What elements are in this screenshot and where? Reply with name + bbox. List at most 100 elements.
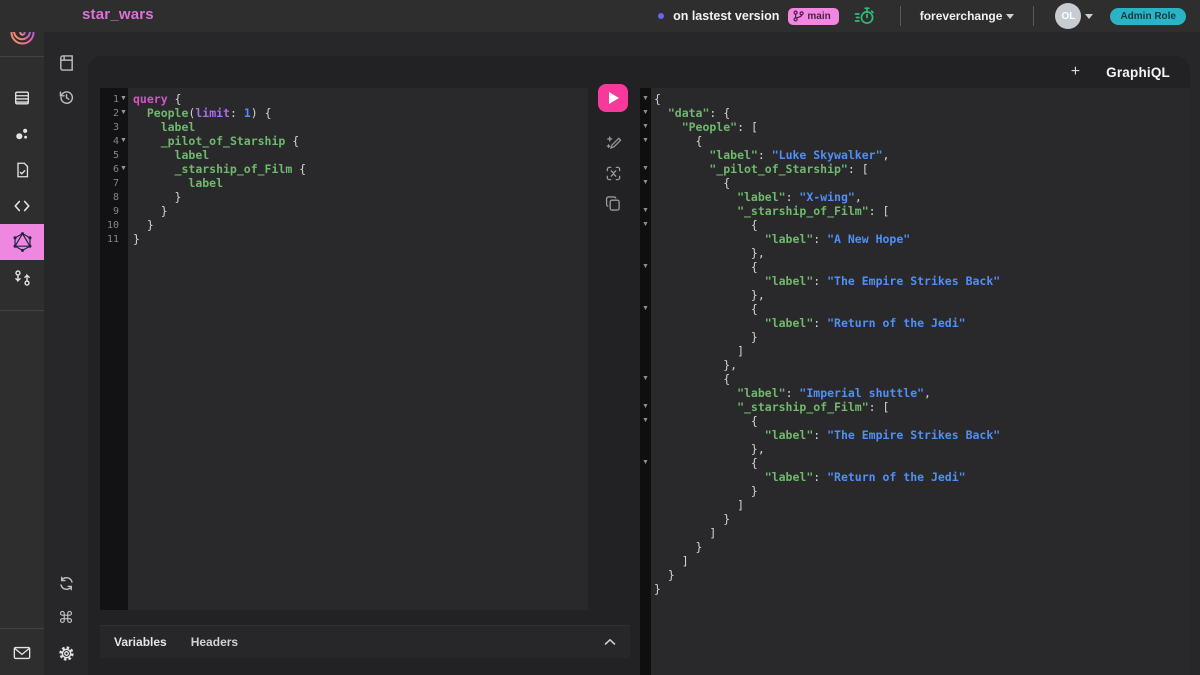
code-line: } [133, 204, 588, 218]
line-number[interactable]: 1▼ [100, 92, 128, 106]
history-icon [58, 89, 75, 106]
code-line: label [133, 148, 588, 162]
sidebar-item-mail[interactable] [0, 635, 44, 671]
graphiql-root: ⌘ + GraphiQL 1▼2▼34▼56▼7891011 query { P… [44, 32, 1200, 675]
fold-marker [640, 442, 651, 456]
line-number[interactable]: 2▼ [100, 106, 128, 120]
graphiql-panel: + GraphiQL 1▼2▼34▼56▼7891011 query { Peo… [88, 56, 1190, 675]
code-line: }, [654, 246, 1190, 260]
execute-button[interactable] [598, 84, 628, 112]
fold-marker [640, 512, 651, 526]
divider [1033, 6, 1034, 26]
copy-button[interactable] [605, 188, 621, 218]
top-bar-right: on lastest version main [658, 0, 1186, 32]
sidebar-item-validation[interactable] [0, 152, 44, 188]
sidebar-item-code[interactable] [0, 188, 44, 224]
fold-marker[interactable]: ▼ [640, 176, 651, 190]
query-editor[interactable]: 1▼2▼34▼56▼7891011 query { People(limit: … [100, 88, 588, 610]
fold-marker[interactable]: ▼ [640, 92, 651, 106]
code-line: "data": { [654, 106, 1190, 120]
merge-icon [605, 165, 622, 182]
fold-marker [640, 358, 651, 372]
fold-marker[interactable]: ▼ [640, 106, 651, 120]
fold-marker [640, 316, 651, 330]
sidebar-item-git-compare[interactable] [0, 260, 44, 296]
fold-marker[interactable]: ▼ [640, 120, 651, 134]
code-line: ] [654, 498, 1190, 512]
settings-button[interactable] [44, 636, 88, 671]
branch-badge-label: main [807, 11, 830, 22]
editor-tools-bar: Variables Headers [100, 625, 630, 658]
editor-code-area[interactable]: query { People(limit: 1) { label _pilot_… [128, 88, 588, 610]
code-icon [13, 198, 31, 214]
editor-line-gutter: 1▼2▼34▼56▼7891011 [100, 88, 128, 610]
fold-marker[interactable]: ▼ [640, 134, 651, 148]
page-title: star_wars [82, 6, 154, 23]
avatar: OL [1055, 3, 1081, 29]
graphiql-sidebar: ⌘ [44, 32, 88, 675]
fold-marker[interactable]: ▼ [640, 456, 651, 470]
git-branch-icon [793, 10, 804, 22]
fold-marker[interactable]: ▼ [640, 414, 651, 428]
fold-marker [640, 498, 651, 512]
fold-marker[interactable]: ▼ [640, 260, 651, 274]
code-line: People(limit: 1) { [133, 106, 588, 120]
response-viewer: { "data": { "People": [ { "label": "Luke… [651, 88, 1190, 675]
fold-marker[interactable]: ▼ [640, 218, 651, 232]
line-number: 5 [100, 148, 128, 162]
code-line: { [654, 414, 1190, 428]
line-number: 10 [100, 218, 128, 232]
code-line: _pilot_of_Starship { [133, 134, 588, 148]
response-fold-gutter: ▼▼▼▼▼▼▼▼▼▼▼▼▼▼ [640, 88, 651, 675]
line-number: 3 [100, 120, 128, 134]
code-line: } [654, 512, 1190, 526]
docs-button[interactable] [44, 45, 88, 80]
line-number[interactable]: 6▼ [100, 162, 128, 176]
code-line: label [133, 176, 588, 190]
tab-variables[interactable]: Variables [114, 635, 167, 649]
fold-marker[interactable]: ▼ [640, 400, 651, 414]
code-line: { [654, 302, 1190, 316]
fold-marker [640, 232, 651, 246]
fold-marker[interactable]: ▼ [640, 162, 651, 176]
divider [0, 628, 44, 629]
code-line: "label": "Return of the Jedi" [654, 316, 1190, 330]
collapse-tools-button[interactable] [604, 638, 616, 646]
add-tab-button[interactable]: + [1071, 64, 1080, 80]
gear-icon [58, 645, 75, 662]
prettify-button[interactable] [605, 128, 622, 158]
graphql-icon [13, 232, 32, 252]
code-line: "label": "A New Hope" [654, 232, 1190, 246]
code-line: ] [654, 344, 1190, 358]
line-number: 9 [100, 204, 128, 218]
fold-marker [640, 526, 651, 540]
graphiql-header: + GraphiQL [88, 56, 1190, 88]
history-button[interactable] [44, 80, 88, 115]
line-number[interactable]: 4▼ [100, 134, 128, 148]
fold-marker [640, 428, 651, 442]
fold-marker[interactable]: ▼ [640, 302, 651, 316]
line-number: 11 [100, 232, 128, 246]
code-line: { [654, 260, 1190, 274]
merge-button[interactable] [605, 158, 622, 188]
code-line: } [654, 330, 1190, 344]
code-line: { [654, 372, 1190, 386]
version-status-text: on lastest version [673, 9, 779, 23]
org-dropdown[interactable]: foreverchange [920, 9, 1015, 23]
shortcut-dialog-button[interactable]: ⌘ [44, 601, 88, 636]
line-number: 8 [100, 190, 128, 204]
fold-marker[interactable]: ▼ [640, 204, 651, 218]
sidebar-item-graphql[interactable] [0, 224, 44, 260]
sidebar-item-graph[interactable] [0, 116, 44, 152]
tab-headers[interactable]: Headers [191, 635, 238, 649]
fold-marker [640, 554, 651, 568]
code-line: } [133, 190, 588, 204]
code-line: } [654, 582, 1190, 596]
refetch-schema-button[interactable] [44, 566, 88, 601]
sidebar-item-tables[interactable] [0, 80, 44, 116]
fold-marker[interactable]: ▼ [640, 372, 651, 386]
chevron-down-icon [1006, 14, 1014, 19]
fold-marker [640, 190, 651, 204]
stopwatch-icon[interactable] [854, 6, 875, 26]
user-menu[interactable]: OL [1053, 3, 1093, 29]
